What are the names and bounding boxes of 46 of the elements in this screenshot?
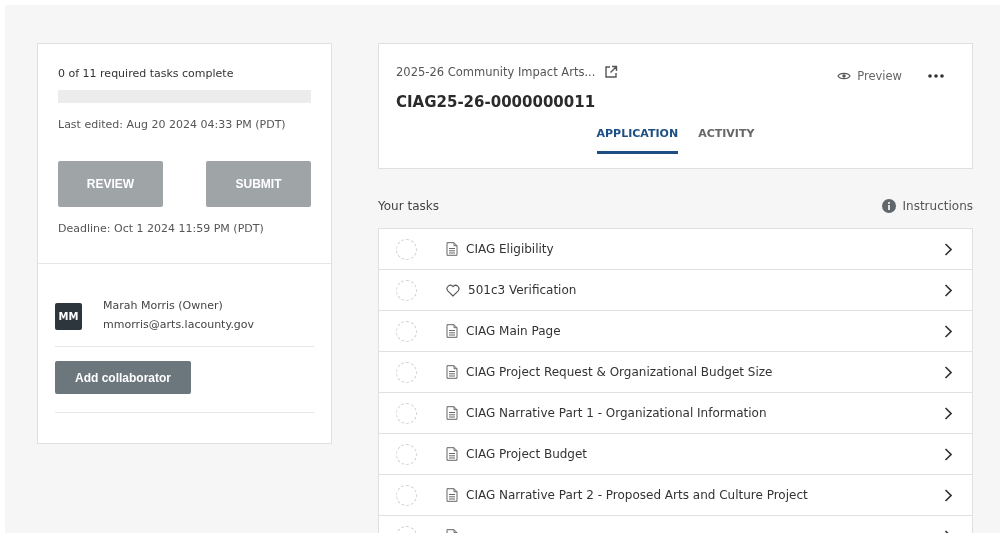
last-edited-text: Last edited: Aug 20 2024 04:33 PM (PDT) xyxy=(58,118,287,131)
document-icon xyxy=(446,324,458,338)
tab[interactable]: APPLICATION xyxy=(596,127,679,154)
eye-icon xyxy=(837,71,852,81)
chevron-right-icon xyxy=(944,447,952,461)
task-row[interactable]: CIAG Project Request & Organizational Budget Size xyxy=(379,352,972,393)
progress-text: 0 of 11 required tasks complete xyxy=(58,67,235,80)
deadline-text: Deadline: Oct 1 2024 11:59 PM (PDT) xyxy=(58,222,265,235)
document-icon xyxy=(446,488,458,502)
chevron-right-icon xyxy=(944,406,952,420)
add-collaborator-button[interactable]: Add collaborator xyxy=(55,361,191,394)
info-icon xyxy=(881,199,896,213)
task-row[interactable]: CIAG Main Page xyxy=(379,311,972,352)
document-icon xyxy=(446,447,458,461)
chevron-right-icon xyxy=(944,242,952,256)
task-row[interactable]: CIAG Narrative Part 2 - Proposed Arts and Culture Project xyxy=(379,475,972,516)
section-title: Your tasks xyxy=(378,199,439,213)
task-title: CIAG Eligibility xyxy=(466,242,554,256)
task-title: CIAG Main Page xyxy=(466,324,561,338)
task-title: CIAG Project Budget xyxy=(466,447,588,461)
program-name: 2025-26 Community Impact Arts... xyxy=(396,65,596,79)
more-icon[interactable] xyxy=(928,74,944,78)
document-icon xyxy=(446,406,458,420)
task-row[interactable]: CIAG Eligibility xyxy=(379,229,972,270)
collaborator-name: Marah Morris (Owner) xyxy=(103,298,224,314)
instructions-button[interactable]: Instructions xyxy=(881,199,973,213)
chevron-right-icon xyxy=(944,365,952,379)
document-icon xyxy=(446,242,458,256)
heart-icon xyxy=(446,283,460,297)
chevron-right-icon xyxy=(944,324,952,338)
tab[interactable]: ACTIVITY xyxy=(698,127,755,154)
document-icon xyxy=(446,365,458,379)
preview-button[interactable]: Preview xyxy=(837,69,902,83)
avatar-initials: MM xyxy=(55,303,82,330)
external-link-icon xyxy=(604,65,619,79)
task-title: CIAG Project Request & Organizational Budget Size xyxy=(466,365,773,379)
task-row[interactable]: CIAG Project Budget xyxy=(379,434,972,475)
application-id: CIAG25-26-0000000011 xyxy=(396,93,597,111)
task-title: CIAG Narrative Part 2 - Proposed Arts and Culture Project xyxy=(466,488,808,502)
task-title: CIAG Narrative Part 1 - Organizational Information xyxy=(466,406,767,420)
task-row[interactable]: 501c3 Verification xyxy=(379,270,972,311)
task-title: 501c3 Verification xyxy=(468,283,577,297)
chevron-right-icon xyxy=(944,283,952,297)
collaborator-email: mmorris@arts.lacounty.gov xyxy=(103,317,255,333)
chevron-right-icon xyxy=(944,488,952,502)
task-row[interactable]: CIAG Narrative Part 1 - Organizational Information xyxy=(379,393,972,434)
